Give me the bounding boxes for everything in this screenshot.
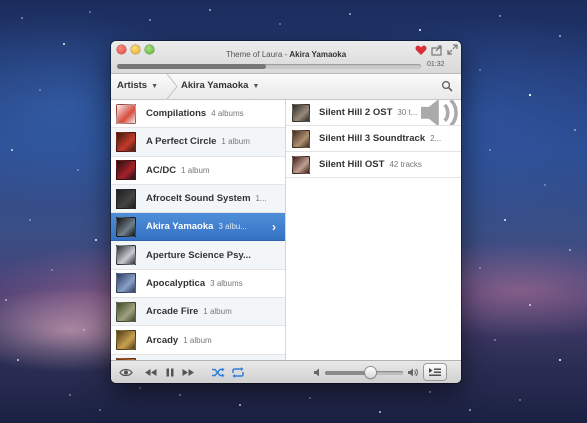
close-icon[interactable] xyxy=(117,45,126,54)
artist-album-count: 1 album xyxy=(221,137,250,147)
queue-icon xyxy=(429,368,441,376)
next-icon[interactable] xyxy=(182,366,195,379)
now-playing-track: Theme of Laura xyxy=(225,50,283,59)
album-list: Silent Hill 2 OST 30 t... Silent Hill 3 So… xyxy=(286,100,461,360)
expand-icon[interactable] xyxy=(447,44,458,55)
artist-row[interactable]: Afrocelt Sound System 1... xyxy=(111,184,285,214)
search-icon[interactable] xyxy=(441,80,453,92)
now-playing-title: Theme of Laura - Akira Yamaoka xyxy=(171,50,401,59)
breadcrumb-artist[interactable]: Akira Yamaoka ▼ xyxy=(181,80,259,91)
artist-list: Compilations 4 albums A Perfect Circle 1 al… xyxy=(111,100,286,360)
artist-artwork xyxy=(116,188,136,209)
volume-high-icon xyxy=(408,368,418,377)
artist-artwork xyxy=(116,131,136,152)
album-track-count: 2... xyxy=(430,134,442,143)
volume-slider[interactable] xyxy=(325,367,403,378)
album-artwork xyxy=(292,103,310,122)
artist-artwork xyxy=(116,273,136,294)
previous-icon[interactable] xyxy=(144,366,157,379)
artist-name: Aperture Science Psy... xyxy=(146,249,251,261)
artist-artwork xyxy=(116,330,136,351)
pause-icon[interactable] xyxy=(165,366,175,379)
album-title: Silent Hill 2 OST xyxy=(319,107,393,118)
artist-row[interactable]: AC/DC 1 album xyxy=(111,157,285,185)
music-player-window: Theme of Laura - Akira Yamaoka 01:32 Art… xyxy=(111,41,461,383)
artist-album-count: 1 album xyxy=(203,307,232,317)
queue-button[interactable] xyxy=(424,364,446,380)
artist-row[interactable]: Apocalyptica 3 albums xyxy=(111,270,285,299)
artist-name: Afrocelt Sound System xyxy=(146,193,251,205)
playback-progress-fill xyxy=(117,64,266,69)
album-row[interactable]: Silent Hill 3 Soundtrack 2... xyxy=(286,126,461,152)
share-icon[interactable] xyxy=(431,44,443,56)
artist-row[interactable]: A Perfect Circle 1 album xyxy=(111,128,285,157)
volume-slider-knob[interactable] xyxy=(364,367,376,378)
artist-name: Compilations xyxy=(146,108,207,120)
album-track-count: 42 tracks xyxy=(389,160,422,169)
heart-icon[interactable] xyxy=(415,44,427,56)
artist-row[interactable]: Arcade Fire 1 album xyxy=(111,298,285,327)
artist-row[interactable]: Aperture Science Psy... xyxy=(111,241,285,270)
artist-row[interactable]: Akira Yamaoka 3 albu... › xyxy=(111,213,285,242)
artist-album-count: 1... xyxy=(255,194,267,204)
elapsed-time: 01:32 xyxy=(427,61,445,68)
album-title: Silent Hill 3 Soundtrack xyxy=(319,133,426,144)
breadcrumb-artists[interactable]: Artists ▼ xyxy=(117,80,158,91)
volume-low-icon xyxy=(314,368,319,377)
artist-name: Apocalyptica xyxy=(146,277,206,289)
artist-album-count: 1 album xyxy=(181,165,210,175)
artist-row[interactable]: Arcady 1 album xyxy=(111,326,285,355)
artist-artwork xyxy=(116,103,136,124)
speaker-icon xyxy=(421,100,459,125)
artist-album-count: 3 albums xyxy=(210,278,243,288)
repeat-icon[interactable] xyxy=(231,366,245,379)
eye-icon[interactable] xyxy=(119,366,133,379)
control-bar xyxy=(111,360,461,383)
artist-name: Akira Yamaoka xyxy=(146,221,214,233)
artist-album-count: 1 album xyxy=(183,335,212,345)
artist-row[interactable]: Compilations 4 albums xyxy=(111,100,285,129)
album-artwork xyxy=(292,155,310,174)
artist-artwork xyxy=(116,216,136,237)
artist-artwork xyxy=(116,160,136,181)
chevron-down-icon: ▼ xyxy=(151,83,159,90)
chevron-right-icon: › xyxy=(272,220,276,235)
artist-album-count: 3 albu... xyxy=(218,222,247,232)
album-row[interactable]: Silent Hill OST 42 tracks xyxy=(286,152,461,178)
zoom-icon[interactable] xyxy=(145,45,154,54)
shuffle-icon[interactable] xyxy=(211,366,225,379)
breadcrumb-artist-label: Akira Yamaoka xyxy=(181,80,249,91)
artist-artwork xyxy=(116,301,136,322)
artist-name: Arcade Fire xyxy=(146,306,199,318)
breadcrumb: Artists ▼ Akira Yamaoka ▼ xyxy=(111,74,461,100)
artist-name: Arcady xyxy=(146,334,179,346)
album-title: Silent Hill OST xyxy=(319,159,385,170)
artist-album-count: 4 albums xyxy=(211,109,244,119)
album-artwork xyxy=(292,129,310,148)
playback-progress-bar[interactable] xyxy=(117,64,421,69)
artist-artwork xyxy=(116,245,136,266)
title-bar: Theme of Laura - Akira Yamaoka 01:32 xyxy=(111,41,461,74)
artist-name: AC/DC xyxy=(146,164,177,176)
album-row[interactable]: Silent Hill 2 OST 30 t... xyxy=(286,100,461,126)
breadcrumb-separator xyxy=(166,74,178,99)
breadcrumb-artists-label: Artists xyxy=(117,80,148,91)
album-track-count: 30 t... xyxy=(397,108,418,117)
artist-name: A Perfect Circle xyxy=(146,136,217,148)
minimize-icon[interactable] xyxy=(131,45,140,54)
now-playing-artist: Akira Yamaoka xyxy=(289,50,347,59)
chevron-down-icon: ▼ xyxy=(252,83,260,90)
volume-slider-fill xyxy=(325,371,371,375)
